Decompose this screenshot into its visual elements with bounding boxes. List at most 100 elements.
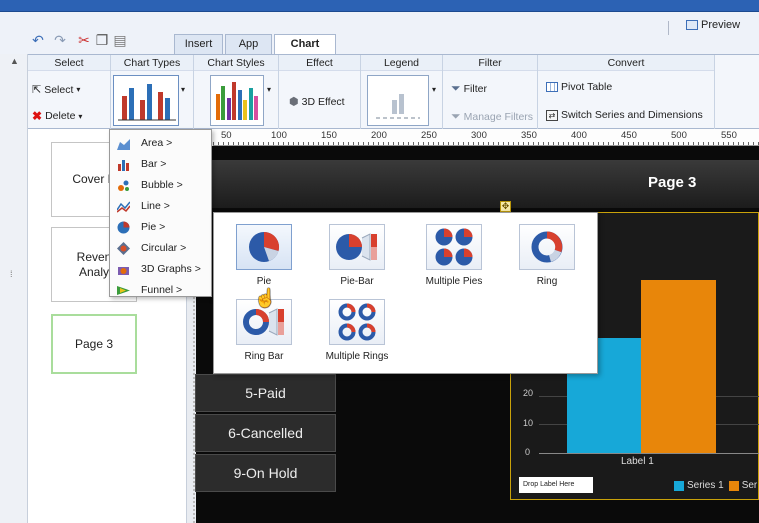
3d-graph-icon bbox=[118, 267, 129, 275]
ruler-tick bbox=[483, 142, 484, 145]
pivot-table-label: Pivot Table bbox=[561, 81, 613, 93]
ring-icon bbox=[531, 231, 563, 263]
ruler-label: 300 bbox=[471, 130, 487, 141]
menu-item-circular[interactable]: Circular > bbox=[110, 238, 211, 259]
ruler-tick bbox=[688, 142, 689, 145]
collapse-arrow-icon[interactable]: ▲ bbox=[10, 56, 19, 66]
gallery-item-label: Ring bbox=[536, 276, 558, 287]
menu-item-3d-graphs[interactable]: 3D Graphs > bbox=[110, 259, 211, 280]
ruler-tick bbox=[743, 142, 744, 145]
chart-type-menu: Area > Bar > Bubble > Line > Pie > Circu… bbox=[109, 129, 212, 297]
select-button[interactable]: ⇱ Select ▾ bbox=[32, 83, 81, 97]
ruler-tick bbox=[693, 142, 694, 145]
ruler-tick bbox=[428, 142, 429, 145]
area-chart-icon bbox=[117, 139, 130, 150]
redo-icon[interactable]: ↷ bbox=[52, 32, 68, 48]
splitter-grip-icon[interactable]: ⁞ bbox=[10, 269, 13, 279]
legend-swatch bbox=[728, 480, 739, 491]
gallery-item-label: Multiple Pies bbox=[425, 276, 483, 287]
ruler-tick bbox=[268, 142, 269, 145]
preview-button[interactable]: Preview bbox=[686, 19, 740, 31]
manage-filters-button[interactable]: ⏷ Manage Filters bbox=[451, 109, 533, 124]
menu-item-line[interactable]: Line > bbox=[110, 196, 211, 217]
move-handle-icon[interactable]: ✥ bbox=[500, 201, 511, 212]
dropdown-arrow-icon: ▾ bbox=[78, 111, 83, 121]
ruler-tick bbox=[558, 142, 559, 145]
ruler-tick bbox=[503, 142, 504, 145]
ruler-tick bbox=[508, 142, 509, 145]
drop-label-placeholder[interactable]: Drop Label Here bbox=[519, 477, 593, 493]
menu-item-funnel[interactable]: Funnel > bbox=[110, 280, 211, 301]
chart-style-dropdown-arrow-icon[interactable]: ▾ bbox=[267, 85, 271, 94]
cut-icon[interactable]: ✂ bbox=[76, 32, 92, 48]
copy-icon[interactable]: ❐ bbox=[94, 32, 110, 48]
ruler-tick bbox=[353, 142, 354, 145]
ruler-tick bbox=[703, 142, 704, 145]
ruler-tick bbox=[233, 142, 234, 145]
ruler-label: 350 bbox=[521, 130, 537, 141]
ruler-tick bbox=[378, 142, 379, 145]
ruler-tick bbox=[313, 142, 314, 145]
ruler-tick bbox=[283, 142, 284, 145]
ruler-tick bbox=[623, 142, 624, 145]
ruler-tick bbox=[608, 142, 609, 145]
ruler-tick bbox=[738, 142, 739, 145]
ruler-label: 200 bbox=[371, 130, 387, 141]
funnel-chart-icon bbox=[117, 286, 130, 295]
ruler-tick bbox=[243, 142, 244, 145]
chart-type-button[interactable] bbox=[113, 75, 179, 126]
ruler-tick bbox=[403, 142, 404, 145]
filter-button[interactable]: ⏷ Filter bbox=[451, 81, 487, 96]
ruler-tick bbox=[258, 142, 259, 145]
dropdown-arrow-icon: ▾ bbox=[76, 85, 81, 94]
ruler-tick bbox=[298, 142, 299, 145]
nav-button-cancelled[interactable]: 6-Cancelled bbox=[195, 414, 336, 452]
legend-dropdown-arrow-icon[interactable]: ▾ bbox=[432, 85, 436, 94]
ribbon-group-effect: Effect ⬢ 3D Effect bbox=[279, 55, 361, 130]
undo-icon[interactable]: ↶ bbox=[30, 32, 46, 48]
ruler-tick bbox=[278, 142, 279, 145]
menu-item-area[interactable]: Area > bbox=[110, 133, 211, 154]
ruler-tick bbox=[583, 142, 584, 145]
submenu-arrow: > bbox=[180, 242, 187, 254]
ruler-tick bbox=[388, 142, 389, 145]
paste-icon[interactable]: ▤ bbox=[112, 32, 128, 48]
nav-button-on-hold[interactable]: 9-On Hold bbox=[195, 454, 336, 492]
gallery-item-multiple-pies[interactable]: Multiple Pies bbox=[414, 224, 494, 287]
ruler-tick bbox=[383, 142, 384, 145]
slide-thumbnail-page-3[interactable]: Page 3 bbox=[51, 314, 137, 374]
chart-style-button[interactable] bbox=[210, 75, 264, 126]
menu-item-pie[interactable]: Pie > bbox=[110, 217, 211, 238]
ruler-tick bbox=[488, 142, 489, 145]
window-title-bar bbox=[0, 0, 759, 12]
nav-button-paid[interactable]: 5-Paid bbox=[195, 374, 336, 412]
pivot-table-button[interactable]: Pivot Table bbox=[546, 81, 612, 93]
submenu-arrow: > bbox=[176, 284, 183, 296]
ruler-tick bbox=[228, 142, 229, 145]
switch-series-button[interactable]: ⇄ Switch Series and Dimensions bbox=[546, 109, 703, 121]
ruler-tick bbox=[523, 142, 524, 145]
gallery-item-pie-bar[interactable]: Pie-Bar bbox=[317, 224, 397, 287]
menu-item-bubble[interactable]: Bubble > bbox=[110, 175, 211, 196]
left-collapse-strip[interactable]: ▲ ⁞ bbox=[0, 54, 28, 523]
ruler-tick bbox=[408, 142, 409, 145]
gallery-item-pie[interactable]: Pie bbox=[224, 224, 304, 287]
delete-button[interactable]: ✖ Delete ▾ bbox=[32, 109, 82, 123]
legend-position-button[interactable] bbox=[367, 75, 429, 126]
ruler-tick bbox=[643, 142, 644, 145]
menu-item-bar[interactable]: Bar > bbox=[110, 154, 211, 175]
3d-effect-button[interactable]: ⬢ 3D Effect bbox=[289, 95, 345, 109]
menu-item-label: Pie bbox=[141, 221, 157, 233]
ruler-tick bbox=[708, 142, 709, 145]
tab-insert[interactable]: Insert bbox=[174, 34, 223, 54]
bar-series-2[interactable] bbox=[641, 280, 716, 453]
pie-bar-icon bbox=[336, 233, 377, 261]
chart-type-dropdown-arrow-icon[interactable]: ▾ bbox=[181, 85, 185, 94]
gallery-item-multiple-rings[interactable]: Multiple Rings bbox=[317, 299, 397, 362]
ruler-tick bbox=[533, 142, 534, 145]
gallery-item-ring[interactable]: Ring bbox=[507, 224, 587, 287]
tab-chart[interactable]: Chart bbox=[274, 34, 336, 55]
group-title: Chart Styles bbox=[194, 55, 278, 71]
tab-app[interactable]: App bbox=[225, 34, 272, 54]
submenu-arrow: > bbox=[159, 221, 166, 233]
